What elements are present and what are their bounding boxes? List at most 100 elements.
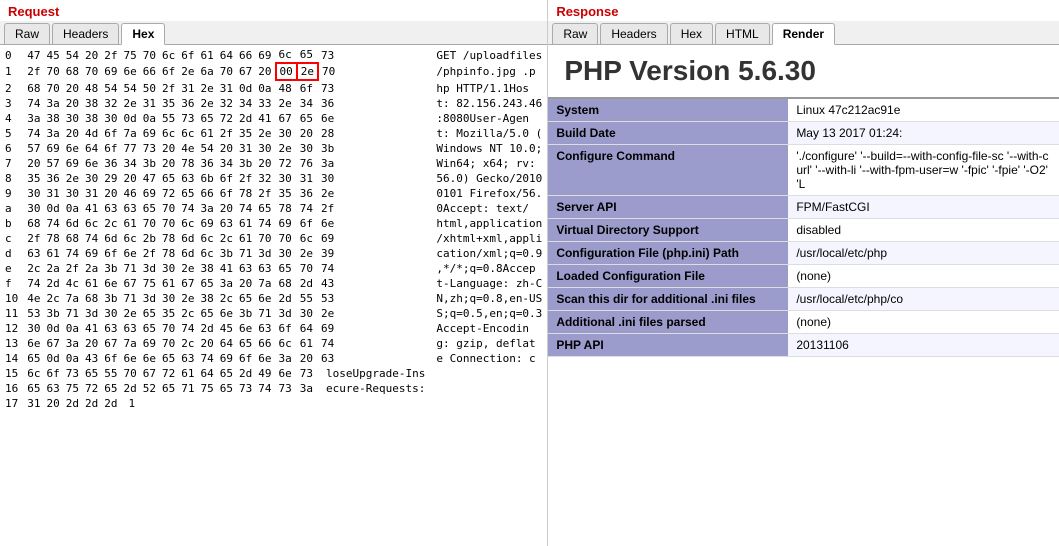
hex-byte[interactable]: 78 — [159, 246, 178, 261]
hex-byte[interactable]: 41 — [82, 321, 101, 336]
hex-byte[interactable]: 74 — [178, 321, 197, 336]
hex-byte[interactable]: 30 — [82, 171, 101, 186]
hex-byte[interactable]: 54 — [198, 141, 217, 156]
hex-byte[interactable]: 41 — [255, 111, 275, 126]
hex-byte[interactable]: 6e — [121, 63, 140, 80]
hex-byte[interactable]: 74 — [24, 126, 43, 141]
hex-byte[interactable]: 3a — [318, 156, 428, 171]
hex-byte[interactable]: 2e — [255, 126, 275, 141]
hex-byte[interactable]: 64 — [82, 141, 101, 156]
hex-byte[interactable]: 46 — [121, 186, 140, 201]
hex-byte[interactable]: 67 — [276, 111, 297, 126]
hex-byte[interactable]: 20 — [217, 141, 236, 156]
hex-byte[interactable]: 3a — [217, 276, 236, 291]
hex-byte[interactable]: 32 — [217, 96, 236, 111]
hex-byte[interactable]: 6c — [178, 216, 197, 231]
hex-byte[interactable]: 64 — [297, 321, 318, 336]
hex-byte[interactable]: 30 — [63, 186, 82, 201]
hex-byte[interactable]: 72 — [159, 366, 178, 381]
hex-byte[interactable]: 35 — [276, 186, 297, 201]
hex-byte[interactable]: 71 — [121, 291, 140, 306]
hex-byte[interactable]: 2f — [140, 246, 159, 261]
hex-byte[interactable]: 74 — [255, 381, 275, 396]
hex-byte[interactable]: 2e — [121, 306, 140, 321]
hex-byte[interactable]: 3a — [276, 351, 297, 366]
hex-byte[interactable]: 71 — [121, 261, 140, 276]
hex-byte[interactable]: 31 — [217, 80, 236, 96]
hex-byte[interactable]: 0a — [63, 351, 82, 366]
hex-byte[interactable]: 2e — [121, 96, 140, 111]
hex-byte[interactable]: 31 — [140, 96, 159, 111]
hex-byte[interactable]: 57 — [44, 156, 63, 171]
hex-byte[interactable]: 38 — [44, 111, 63, 126]
hex-byte[interactable]: 70 — [297, 261, 318, 276]
hex-byte[interactable]: 6f — [44, 366, 63, 381]
hex-byte[interactable]: 61 — [82, 276, 101, 291]
hex-byte[interactable]: 70 — [318, 63, 428, 80]
hex-byte[interactable]: 30 — [276, 171, 297, 186]
hex-byte[interactable]: 66 — [140, 63, 159, 80]
hex-byte[interactable]: 2d — [44, 276, 63, 291]
hex-byte[interactable]: 0d — [44, 201, 63, 216]
hex-byte[interactable]: 68 — [63, 63, 82, 80]
hex-byte[interactable]: 32 — [255, 171, 275, 186]
hex-byte[interactable]: 77 — [121, 141, 140, 156]
hex-byte[interactable]: 0d — [236, 80, 255, 96]
hex-byte[interactable]: 36 — [178, 96, 197, 111]
hex-byte[interactable]: 2e — [318, 186, 428, 201]
tab-headers[interactable]: Headers — [52, 23, 119, 44]
hex-byte[interactable]: 7a — [121, 336, 140, 351]
hex-byte[interactable]: 2b — [140, 231, 159, 246]
hex-byte[interactable]: 6e — [318, 216, 428, 231]
hex-byte[interactable]: 6f — [276, 321, 297, 336]
hex-byte[interactable]: 6e — [121, 246, 140, 261]
hex-byte[interactable]: 61 — [44, 246, 63, 261]
hex-byte[interactable]: 6e — [63, 141, 82, 156]
hex-byte[interactable]: 63 — [24, 246, 43, 261]
hex-byte[interactable]: 69 — [255, 47, 275, 63]
hex-byte[interactable]: 75 — [121, 47, 140, 63]
hex-byte[interactable]: 2c — [101, 216, 120, 231]
hex-byte[interactable]: 74 — [255, 216, 275, 231]
hex-byte[interactable]: 00 — [276, 63, 297, 80]
hex-byte[interactable]: 68 — [63, 231, 82, 246]
hex-byte[interactable]: 41 — [82, 201, 101, 216]
hex-byte[interactable]: 68 — [24, 216, 43, 231]
hex-byte[interactable]: 2e — [63, 171, 82, 186]
hex-byte[interactable]: 3d — [140, 261, 159, 276]
hex-byte[interactable]: 6e — [255, 351, 275, 366]
hex-byte[interactable]: 61 — [198, 126, 217, 141]
hex-byte[interactable]: 6f — [217, 171, 236, 186]
hex-byte[interactable]: 65 — [101, 381, 120, 396]
hex-byte[interactable]: 2d — [236, 366, 255, 381]
hex-byte[interactable]: 3d — [255, 246, 275, 261]
hex-byte[interactable]: 30 — [276, 126, 297, 141]
hex-byte[interactable]: 6f — [217, 186, 236, 201]
hex-byte[interactable]: 61 — [178, 366, 197, 381]
hex-byte[interactable]: 36 — [198, 156, 217, 171]
hex-byte[interactable]: 70 — [217, 63, 236, 80]
hex-byte[interactable]: 74 — [24, 96, 43, 111]
hex-byte[interactable]: 61 — [236, 231, 255, 246]
hex-byte[interactable]: 65 — [255, 201, 275, 216]
hex-byte[interactable]: 74 — [297, 201, 318, 216]
hex-byte[interactable]: 2a — [44, 261, 63, 276]
hex-byte[interactable]: 49 — [255, 366, 275, 381]
hex-byte[interactable]: 68 — [276, 276, 297, 291]
hex-byte[interactable]: 65 — [140, 321, 159, 336]
hex-byte[interactable]: 63 — [217, 216, 236, 231]
hex-byte[interactable]: 0d — [44, 321, 63, 336]
hex-byte[interactable]: 2e — [198, 96, 217, 111]
hex-byte[interactable]: 20 — [198, 336, 217, 351]
hex-byte[interactable]: 6e — [82, 156, 101, 171]
hex-byte[interactable]: 69 — [140, 336, 159, 351]
hex-byte[interactable]: 6e — [217, 306, 236, 321]
hex-byte[interactable]: 6f — [101, 351, 120, 366]
hex-byte[interactable]: 63 — [255, 321, 275, 336]
hex-byte[interactable]: 63 — [236, 261, 255, 276]
hex-byte[interactable]: 6e — [318, 111, 428, 126]
hex-byte[interactable]: 35 — [236, 126, 255, 141]
hex-byte[interactable]: 64 — [217, 336, 236, 351]
hex-byte[interactable]: 0a — [255, 80, 275, 96]
hex-byte[interactable]: 2f — [159, 80, 178, 96]
